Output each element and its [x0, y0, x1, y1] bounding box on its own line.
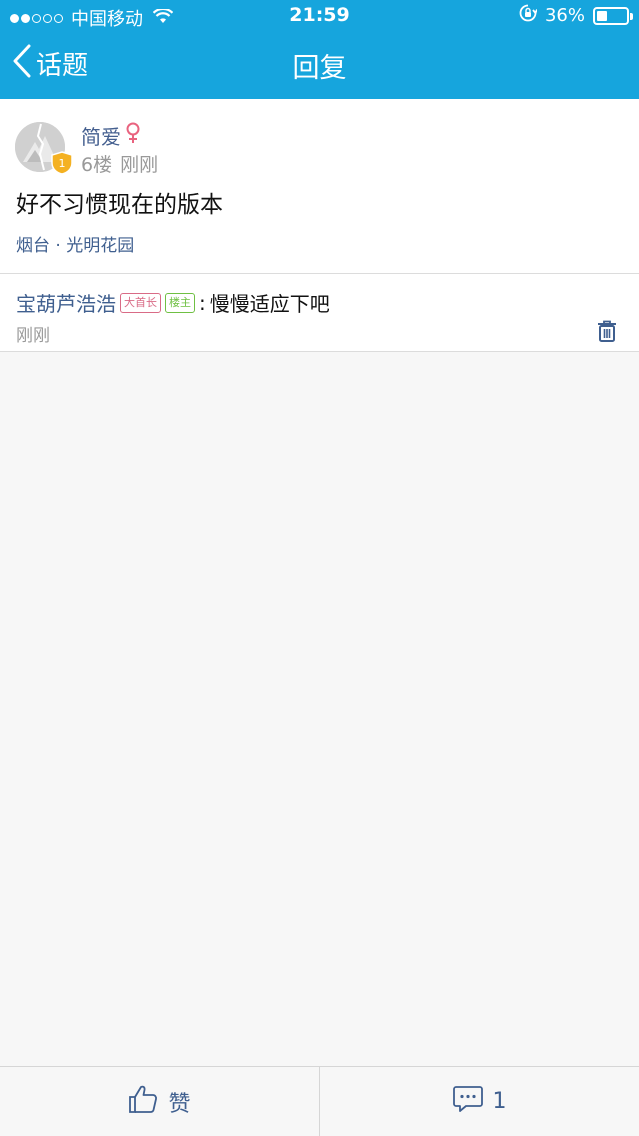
comment-count: 1	[492, 1089, 507, 1114]
post-meta: 6楼 刚刚	[81, 150, 158, 177]
female-gender-icon	[125, 122, 141, 149]
author-name[interactable]: 简爱	[81, 121, 141, 150]
reply-item: 宝葫芦浩浩 大首长 楼主 : 慢慢适应下吧 刚刚	[0, 274, 639, 352]
tag-original-poster: 楼主	[165, 292, 195, 313]
post-time: 刚刚	[120, 154, 159, 176]
battery-percent: 36%	[544, 5, 585, 26]
reply-separator: :	[199, 290, 206, 315]
reply-line: 宝葫芦浩浩 大首长 楼主 : 慢慢适应下吧	[16, 288, 330, 317]
post-card: 1 简爱 6楼 刚刚 好不习惯现在的版本 烟台 · 光明花园	[0, 99, 639, 274]
reply-username[interactable]: 宝葫芦浩浩	[16, 288, 116, 317]
trash-icon	[597, 320, 617, 346]
bottom-action-bar: 赞 1	[0, 1066, 639, 1136]
reply-time: 刚刚	[16, 326, 50, 346]
delete-button[interactable]	[597, 320, 617, 346]
post-location[interactable]: 烟台 · 光明花园	[16, 231, 134, 256]
comment-bubble-icon	[452, 1085, 483, 1119]
page-title: 回复	[292, 53, 347, 84]
thumbs-up-icon	[128, 1084, 158, 1120]
rotation-lock-icon	[519, 4, 538, 27]
like-button[interactable]: 赞	[0, 1067, 319, 1136]
comment-button[interactable]: 1	[320, 1067, 639, 1136]
level-badge-number: 1	[59, 157, 66, 170]
author-name-text: 简爱	[81, 125, 121, 149]
floor-number: 6楼	[81, 154, 113, 176]
battery-icon	[593, 6, 633, 25]
level-badge-icon: 1	[51, 151, 73, 179]
nav-bar: 话题 回复	[0, 34, 639, 99]
like-label: 赞	[168, 1091, 191, 1117]
status-right: 36%	[519, 4, 633, 27]
post-content: 好不习惯现在的版本	[16, 192, 223, 218]
status-bar: 中国移动 21:59 36%	[0, 0, 639, 34]
tag-chief: 大首长	[120, 292, 161, 313]
reply-text: 慢慢适应下吧	[209, 292, 330, 316]
header: 中国移动 21:59 36% 话题 回复	[0, 0, 639, 99]
